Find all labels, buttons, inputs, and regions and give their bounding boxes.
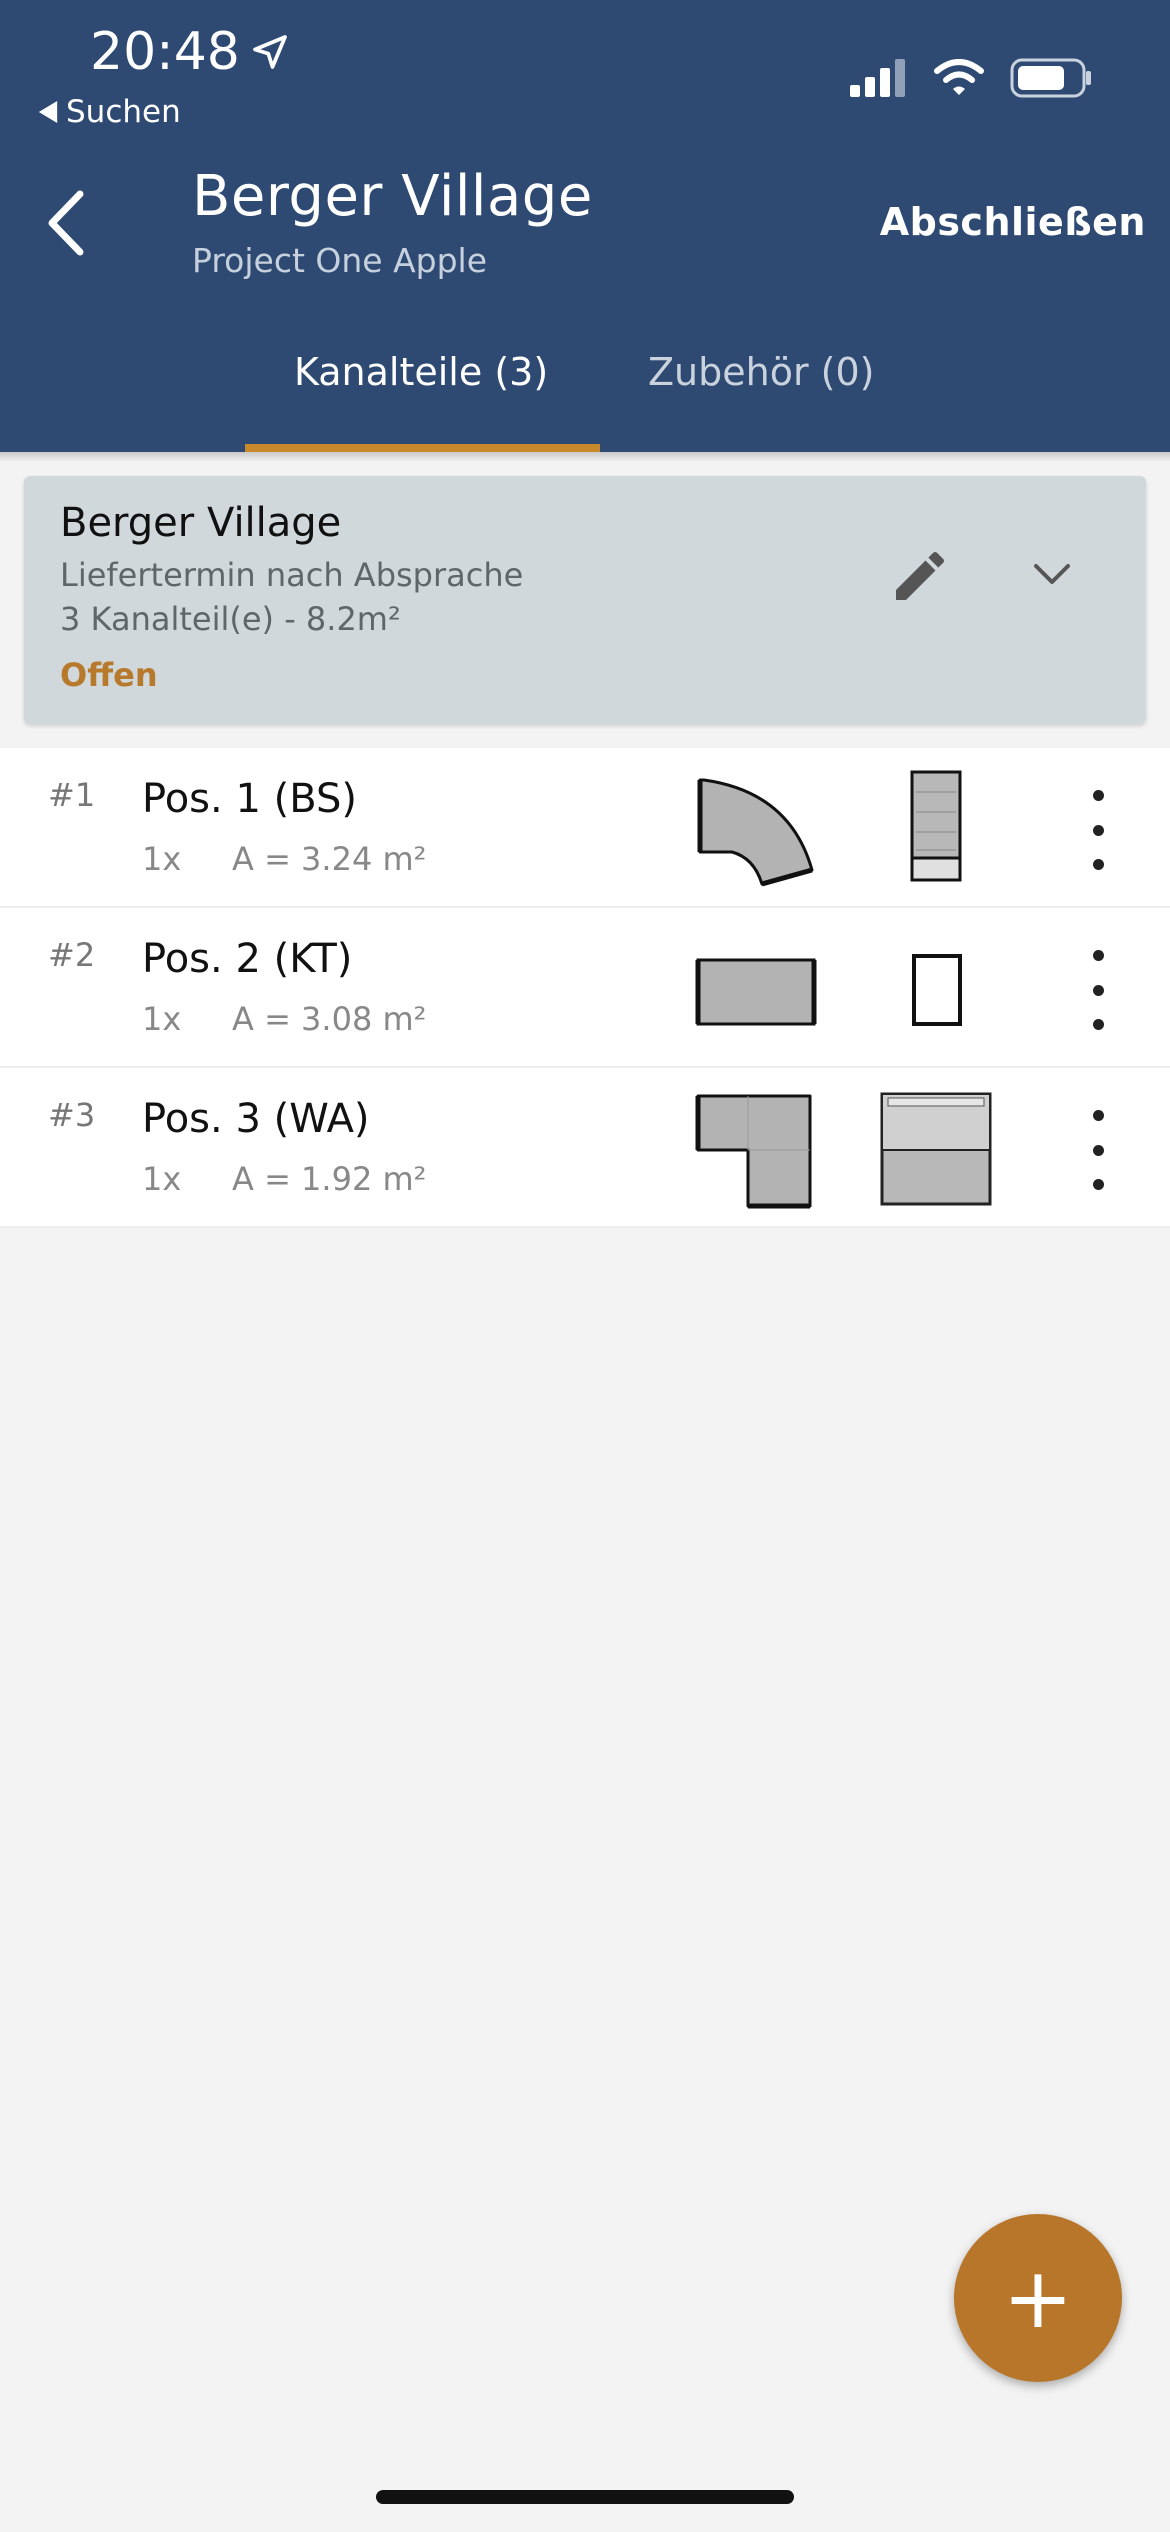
pencil-icon[interactable] xyxy=(888,544,952,608)
angle-side-view-icon xyxy=(695,1094,812,1209)
tab-kanalteile[interactable]: Kanalteile (3) xyxy=(294,350,548,394)
clock: 20:48 xyxy=(90,22,240,82)
home-indicator xyxy=(376,2490,794,2504)
active-tab-indicator xyxy=(245,444,600,452)
list-item[interactable]: #2 Pos. 2 (KT) 1x A = 3.08 m² xyxy=(0,908,1170,1068)
header-shadow xyxy=(0,452,1170,462)
parts-summary: 3 Kanalteil(e) - 8.2m² xyxy=(60,600,401,638)
tab-bar: Kanalteile (3) Zubehör (0) xyxy=(0,340,1170,452)
signal-icon xyxy=(850,59,905,97)
item-index: #3 xyxy=(48,1096,96,1134)
list-item[interactable]: #1 Pos. 1 (BS) 1x A = 3.24 m² xyxy=(0,748,1170,908)
status-badge: Offen xyxy=(60,656,158,694)
item-area: A = 3.24 m² xyxy=(232,840,427,878)
status-back-link[interactable]: Suchen xyxy=(38,94,181,130)
page-title: Berger Village xyxy=(192,164,593,229)
delivery-info: Liefertermin nach Absprache xyxy=(60,556,524,594)
back-chevron-icon[interactable] xyxy=(40,188,94,258)
wifi-icon xyxy=(934,59,984,95)
angle-front-view-icon xyxy=(880,1092,992,1206)
list-item[interactable]: #3 Pos. 3 (WA) 1x A = 1.92 m² xyxy=(0,1068,1170,1228)
item-quantity: 1x xyxy=(142,1000,182,1038)
page-subtitle: Project One Apple xyxy=(192,241,488,280)
more-options-icon[interactable] xyxy=(1076,790,1120,870)
straight-duct-front-view-icon xyxy=(912,954,962,1026)
parts-list: #1 Pos. 1 (BS) 1x A = 3.24 m² #2 Pos. 2 … xyxy=(0,748,1170,1228)
add-part-button[interactable]: + xyxy=(954,2214,1122,2382)
item-name: Pos. 3 (WA) xyxy=(142,1096,370,1142)
finish-button[interactable]: Abschließen xyxy=(880,200,1146,244)
item-index: #1 xyxy=(48,776,96,814)
project-name: Berger Village xyxy=(60,500,342,546)
more-options-icon[interactable] xyxy=(1076,1110,1120,1190)
item-quantity: 1x xyxy=(142,1160,182,1198)
bend-side-view-icon xyxy=(697,778,814,887)
back-triangle-icon xyxy=(38,101,58,123)
app-header: 20:48 Suchen Berger Village Project One … xyxy=(0,0,1170,452)
title-block: Berger Village Project One Apple xyxy=(192,164,593,280)
tab-zubehoer[interactable]: Zubehör (0) xyxy=(648,350,874,394)
item-name: Pos. 2 (KT) xyxy=(142,936,353,982)
status-back-label: Suchen xyxy=(66,94,181,130)
bend-front-view-icon xyxy=(910,770,962,882)
item-area: A = 3.08 m² xyxy=(232,1000,427,1038)
item-quantity: 1x xyxy=(142,840,182,878)
item-name: Pos. 1 (BS) xyxy=(142,776,357,822)
item-index: #2 xyxy=(48,936,96,974)
battery-icon xyxy=(1010,58,1091,98)
more-options-icon[interactable] xyxy=(1076,950,1120,1030)
item-area: A = 1.92 m² xyxy=(232,1160,427,1198)
status-time: 20:48 xyxy=(90,22,290,82)
plus-icon: + xyxy=(1002,2249,1074,2347)
straight-duct-side-view-icon xyxy=(695,958,817,1026)
location-arrow-icon xyxy=(253,35,287,69)
project-summary-card[interactable]: Berger Village Liefertermin nach Absprac… xyxy=(24,476,1146,724)
status-indicators xyxy=(850,58,1092,98)
chevron-down-icon[interactable] xyxy=(1028,554,1076,594)
